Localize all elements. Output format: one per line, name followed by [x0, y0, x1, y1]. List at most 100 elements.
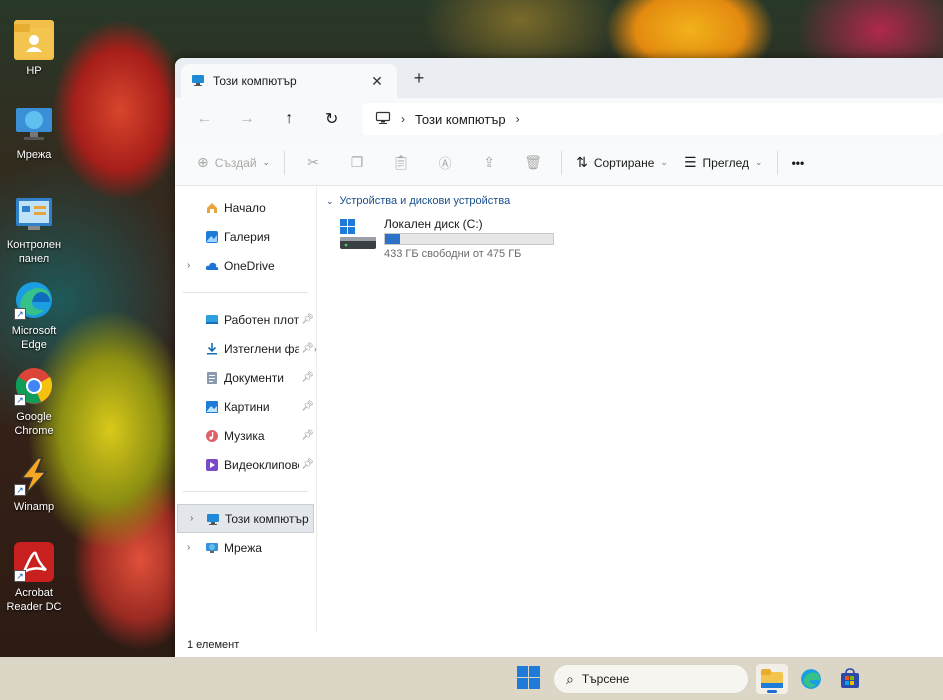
network-icon: [14, 104, 54, 144]
desktop-icon-winamp[interactable]: ↗ Winamp: [0, 456, 68, 514]
up-button[interactable]: ↑: [268, 103, 311, 135]
taskbar-store[interactable]: [834, 664, 866, 694]
monitor-icon: [375, 111, 391, 128]
start-button[interactable]: [517, 666, 541, 690]
drive-usage-fill: [385, 234, 401, 244]
refresh-button[interactable]: ↻: [311, 103, 354, 135]
chevron-down-icon: ⌄: [660, 157, 668, 167]
group-header-devices[interactable]: ⌄ Устройства и дискови устройства: [326, 195, 943, 207]
desktop-icon-label: Winamp: [13, 501, 55, 513]
new-button[interactable]: ⊕ Създай ⌄: [189, 147, 278, 179]
paste-button[interactable]: 📋︎: [379, 147, 423, 179]
tab-this-pc[interactable]: Този компютър ✕: [181, 64, 397, 98]
sort-icon: ⇅: [576, 154, 588, 170]
desktop-icon-label: Google Chrome: [14, 411, 54, 437]
navigation-pane: Начало Галерия › OneDrive Работен плот 📌…: [175, 187, 317, 633]
refresh-icon: ↻: [325, 111, 339, 128]
new-tab-button[interactable]: +: [409, 68, 429, 89]
desktop-icon-network[interactable]: Мрежа: [0, 104, 68, 162]
toolbar-divider: [776, 150, 778, 175]
copy-button[interactable]: ❐: [335, 147, 379, 179]
sidebar-item-label: Работен плот: [224, 312, 300, 327]
share-button[interactable]: ⇪: [467, 147, 511, 179]
monitor-icon: [206, 512, 220, 526]
more-options-button[interactable]: •••: [784, 147, 813, 179]
sidebar-item-label: Видеоклипове: [224, 457, 305, 472]
pin-icon[interactable]: 📌︎: [299, 401, 314, 412]
forward-button[interactable]: →: [226, 103, 269, 135]
user-folder-icon: [14, 20, 54, 60]
cut-button[interactable]: ✂: [291, 147, 335, 179]
rename-button[interactable]: Ⓐ: [423, 147, 467, 179]
chevron-right-icon[interactable]: ›: [187, 260, 190, 271]
pin-icon[interactable]: 📌︎: [299, 459, 314, 470]
control-panel-icon: [14, 194, 54, 234]
desktop-icon-acrobat[interactable]: ↗ Acrobat Reader DC: [0, 542, 68, 614]
sidebar-item-label: OneDrive: [224, 258, 275, 273]
status-bar-item-count: 1 елемент: [187, 639, 240, 651]
arrow-right-icon: →: [238, 110, 255, 127]
cloud-icon: [205, 259, 219, 273]
search-placeholder: Търсене: [581, 672, 630, 686]
sidebar-item-this-pc[interactable]: › Този компютър: [177, 504, 314, 533]
acrobat-icon: ↗: [14, 542, 54, 582]
sidebar-item-downloads[interactable]: Изтеглени файлове 📌︎: [175, 334, 316, 363]
file-explorer-window: Този компютър ✕ + ← → ↑ ↻ › Този компютъ…: [175, 58, 943, 657]
more-icon: •••: [791, 155, 805, 170]
chevron-down-icon: ⌄: [326, 195, 334, 206]
desktop-icon-hp[interactable]: HP: [0, 20, 68, 78]
sidebar-item-onedrive[interactable]: › OneDrive: [175, 251, 316, 280]
pin-icon[interactable]: 📌︎: [299, 430, 314, 441]
trash-icon: 🗑︎: [524, 154, 542, 170]
copy-icon: ❐: [350, 154, 364, 170]
pin-icon[interactable]: 📌︎: [299, 343, 314, 354]
close-tab-button[interactable]: ✕: [367, 73, 387, 90]
paste-icon: 📋︎: [392, 154, 410, 170]
breadcrumb-this-pc[interactable]: Този компютър: [415, 112, 506, 127]
share-icon: ⇪: [483, 154, 495, 170]
desktop-icon-label: Acrobat Reader DC: [6, 587, 62, 613]
sort-button[interactable]: ⇅ Сортиране ⌄: [568, 147, 676, 179]
sidebar-item-desktop[interactable]: Работен плот 📌︎: [175, 305, 316, 334]
sidebar-item-music[interactable]: Музика 📌︎: [175, 421, 316, 450]
sidebar-item-gallery[interactable]: Галерия: [175, 222, 316, 251]
chevron-right-icon[interactable]: ›: [516, 112, 520, 126]
arrow-up-icon: ↑: [285, 110, 294, 127]
download-icon: [205, 342, 219, 356]
address-bar[interactable]: › Този компютър ›: [363, 103, 943, 135]
sidebar-item-documents[interactable]: Документи 📌︎: [175, 363, 316, 392]
pin-icon[interactable]: 📌︎: [299, 372, 314, 383]
sidebar-item-pictures[interactable]: Картини 📌︎: [175, 392, 316, 421]
windows-logo-tile: [517, 678, 528, 689]
windows-logo-tile: [529, 666, 540, 677]
desktop-icon-control-panel[interactable]: Контролен панел: [0, 194, 68, 266]
sidebar-item-label: Галерия: [224, 229, 271, 244]
desktop-icon-edge[interactable]: ↗ Microsoft Edge: [0, 280, 68, 352]
chevron-right-icon[interactable]: ›: [401, 112, 405, 126]
back-button[interactable]: ←: [183, 103, 226, 135]
sidebar-item-home[interactable]: Начало: [175, 193, 316, 222]
taskbar-search[interactable]: ⌕ Търсене: [553, 664, 749, 694]
chevron-right-icon[interactable]: ›: [187, 542, 190, 553]
pin-icon[interactable]: 📌︎: [299, 314, 314, 325]
taskbar-edge[interactable]: [795, 664, 827, 694]
drive-item-c[interactable]: Локален диск (C:) 433 ГБ свободни от 475…: [338, 217, 568, 265]
sidebar-item-label: Начало: [224, 200, 266, 215]
desktop-icon-chrome[interactable]: ↗ Google Chrome: [0, 366, 68, 438]
sidebar-item-network[interactable]: › Мрежа: [175, 533, 316, 562]
gallery-icon: [205, 230, 219, 244]
videos-icon: [205, 458, 219, 472]
sidebar-item-videos[interactable]: Видеоклипове 📌︎: [175, 450, 316, 479]
group-header-label: Устройства и дискови устройства: [339, 195, 511, 207]
chevron-right-icon[interactable]: ›: [190, 513, 193, 524]
home-icon: [205, 201, 219, 215]
windows-logo-tile: [529, 678, 540, 689]
search-icon: ⌕: [566, 670, 574, 687]
view-button[interactable]: ☰ Преглед ⌄: [676, 147, 771, 179]
delete-button[interactable]: 🗑︎: [511, 147, 555, 179]
edge-icon: ↗: [14, 280, 54, 320]
plus-circle-icon: ⊕: [197, 154, 209, 170]
taskbar-file-explorer[interactable]: [756, 664, 788, 694]
chrome-icon: ↗: [14, 366, 54, 406]
sort-button-label: Сортиране: [593, 155, 655, 170]
